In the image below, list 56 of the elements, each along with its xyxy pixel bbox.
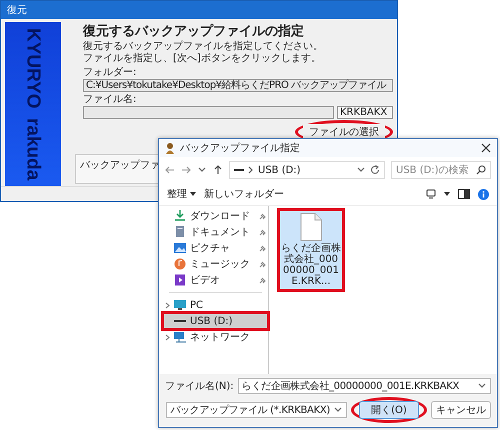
open-button[interactable]: 開く(O): [359, 401, 419, 419]
drive-icon: [234, 168, 244, 172]
page-heading: 復元するバックアップファイルの指定: [83, 24, 305, 40]
help-icon[interactable]: [478, 188, 489, 200]
instruction-text: ファイルを指定し、[次へ]ボタンをクリックします。: [83, 53, 322, 65]
search-placeholder: USB (D:)の検索: [396, 164, 470, 177]
caret-icon: [190, 192, 196, 196]
picture-icon: [174, 242, 186, 254]
file-item[interactable]: らくだ企画株式会社_00000000_001E.KRK...: [279, 210, 343, 290]
download-icon: [174, 210, 186, 222]
address-bar[interactable]: USB (D:): [229, 161, 385, 179]
logo-text: KYURYO: [24, 28, 42, 109]
window-title: 復元: [7, 4, 27, 17]
expand-chevron-icon[interactable]: [165, 302, 170, 308]
sidebar-item[interactable]: ドキュメント: [163, 224, 268, 240]
file-type-combo[interactable]: バックアップファイル (*.KRKBAKX): [166, 402, 347, 418]
filename-combo[interactable]: らくだ企画株式会社_00000000_001E.KRKBAKX: [238, 378, 491, 394]
up-arrow-icon[interactable]: [213, 165, 223, 175]
address-text: USB (D:): [258, 164, 301, 176]
back-arrow-icon[interactable]: [165, 165, 175, 175]
new-folder-button[interactable]: 新しいフォルダー: [204, 187, 284, 201]
video-icon: [174, 274, 186, 286]
organize-menu[interactable]: 整理: [167, 187, 196, 201]
field-label: ファイル名:: [83, 94, 138, 106]
pc-icon: [174, 299, 186, 311]
app-icon: [165, 142, 175, 154]
sidebar-item[interactable]: ダウンロード: [163, 208, 268, 224]
forward-arrow-icon[interactable]: [181, 165, 191, 175]
music-icon: [174, 258, 186, 270]
sidebar-item[interactable]: PC: [163, 297, 268, 313]
field-label: ファイル名(N):: [165, 380, 234, 393]
close-icon[interactable]: [481, 143, 491, 153]
field-label: フォルダー:: [83, 67, 138, 79]
file-icon: [300, 213, 322, 241]
sidebar-item[interactable]: ミュージック: [163, 256, 268, 272]
sidebar-item[interactable]: ビデオ: [163, 272, 268, 288]
instruction-text: 復元するバックアップファイルを指定してください。: [83, 41, 324, 52]
window-title: バックアップファイル指定: [180, 142, 301, 155]
folder-field[interactable]: C:¥Users¥tokutake¥Desktop¥給料らくだPRO バックアップファイル: [83, 79, 393, 92]
sidebar-item[interactable]: USB (D:): [163, 313, 268, 329]
caret-icon[interactable]: [444, 192, 450, 196]
expand-chevron-icon[interactable]: [165, 334, 170, 340]
filename-field[interactable]: [83, 106, 334, 119]
cancel-button[interactable]: キャンセル: [431, 401, 491, 419]
chevron-right-icon: [248, 166, 254, 174]
view-icon[interactable]: [426, 189, 436, 199]
refresh-icon[interactable]: [370, 165, 380, 175]
network-icon: [174, 331, 186, 343]
extension-field[interactable]: KRKBAKX: [337, 106, 393, 119]
preview-pane-icon[interactable]: [458, 189, 470, 199]
search-icon[interactable]: [476, 165, 486, 175]
logo-text: rakuda: [24, 118, 42, 180]
document-icon: [174, 226, 186, 238]
sidebar-item[interactable]: ピクチャ: [163, 240, 268, 256]
search-field[interactable]: USB (D:)の検索: [391, 161, 491, 179]
sidebar-item[interactable]: ネットワーク: [163, 329, 268, 345]
